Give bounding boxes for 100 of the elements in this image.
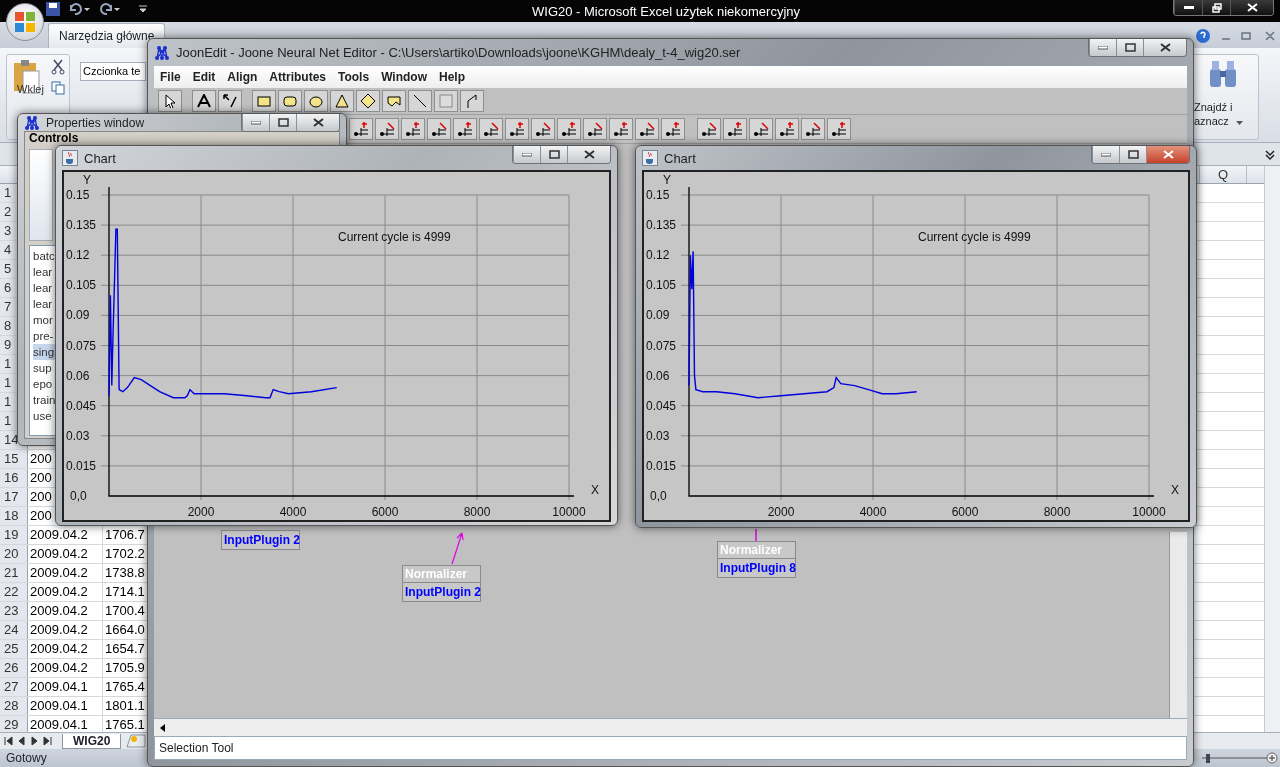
property-item[interactable]: lear: [33, 280, 54, 296]
menu-item[interactable]: Help: [439, 70, 466, 84]
sheet-tab[interactable]: WIG20: [62, 733, 122, 749]
tick-label: 0.105: [646, 278, 677, 293]
menu-item[interactable]: File: [160, 70, 181, 84]
property-item[interactable]: train: [33, 392, 57, 408]
row-header[interactable]: 14: [4, 432, 19, 448]
property-item[interactable]: sing: [33, 344, 56, 360]
tick-label: 0.03: [66, 428, 90, 443]
select-label[interactable]: aznacz: [1194, 115, 1229, 127]
table-cell: 2009.04.2: [28, 621, 103, 639]
row-header[interactable]: 17: [4, 489, 19, 505]
axis-title: X: [591, 483, 599, 497]
row-header[interactable]: 21: [4, 565, 19, 581]
node-label[interactable]: InputPlugin 8: [717, 559, 796, 578]
property-item[interactable]: lear: [33, 264, 54, 280]
row-header[interactable]: 1: [4, 413, 12, 429]
tick-label: 0.15: [646, 188, 670, 202]
tick-label: 4000: [279, 505, 307, 519]
tick-label: 0.075: [66, 338, 97, 353]
tick-label: 0.045: [646, 398, 677, 413]
tick-label: 0.06: [646, 368, 670, 383]
table-cell: 2009.04.2: [28, 583, 103, 601]
status-text: Selection Tool: [159, 741, 234, 755]
row-header[interactable]: 18: [4, 508, 19, 524]
tick-label: 2000: [767, 505, 795, 519]
tick-label: 4000: [859, 505, 887, 519]
menu-item[interactable]: Window: [381, 70, 427, 84]
row-header[interactable]: 26: [4, 660, 19, 676]
tick-label: 2000: [187, 505, 215, 519]
axis-title: X: [1171, 483, 1179, 497]
window-title: JoonEdit - Joone Neural Net Editor - C:\Users\artiko\Downloads\joone\KGHM\dealy_t-4_wig20.ser: [176, 45, 741, 60]
property-item[interactable]: pre-: [33, 328, 55, 344]
row-header[interactable]: 8: [4, 318, 12, 334]
tick-label: 10000: [1132, 505, 1166, 519]
axis-title: Y: [663, 173, 671, 187]
row-header[interactable]: 1: [4, 356, 12, 372]
tick-label: 0.15: [66, 188, 90, 202]
menu-item[interactable]: Attributes: [269, 70, 326, 84]
table-cell: 2009.04.2: [28, 564, 103, 582]
property-item[interactable]: use: [33, 408, 53, 424]
table-cell: 2009.04.2: [28, 545, 103, 563]
tick-label: 0,0: [70, 489, 87, 503]
font-field[interactable]: Czcionka te: [80, 62, 146, 81]
tick-label: 0.135: [646, 218, 677, 233]
ribbon-tab[interactable]: Narzędzia główne: [48, 23, 166, 48]
row-header[interactable]: 4: [4, 242, 12, 258]
table-cell: 2009.04.1: [28, 697, 103, 715]
row-header[interactable]: 20: [4, 546, 19, 562]
row-header[interactable]: 19: [4, 527, 19, 543]
row-header[interactable]: 5: [4, 261, 12, 277]
property-item[interactable]: epo: [33, 376, 54, 392]
row-header[interactable]: 2: [4, 204, 12, 220]
row-header[interactable]: 1: [4, 375, 12, 391]
menu-item[interactable]: Align: [227, 70, 258, 84]
node-label[interactable]: InputPlugin 2: [402, 583, 481, 602]
menu-item[interactable]: Tools: [338, 70, 370, 84]
paste-label[interactable]: Wklej: [17, 83, 44, 95]
cycle-caption: Current cycle is 4999: [918, 230, 1031, 244]
menu-item[interactable]: Edit: [192, 70, 216, 84]
row-header[interactable]: 16: [4, 470, 19, 486]
property-item[interactable]: lear: [33, 296, 54, 312]
row-header[interactable]: 15: [4, 451, 19, 467]
tick-label: 8000: [463, 505, 491, 519]
table-cell: 2009.04.2: [28, 602, 103, 620]
row-header[interactable]: 24: [4, 622, 19, 638]
status-text: Gotowy: [6, 751, 47, 765]
table-cell: 2009.04.2: [28, 659, 103, 677]
row-header[interactable]: 22: [4, 584, 19, 600]
row-header[interactable]: 23: [4, 603, 19, 619]
row-header[interactable]: 1: [4, 185, 12, 201]
property-item[interactable]: mor: [33, 312, 54, 328]
row-header[interactable]: 7: [4, 299, 12, 315]
row-header[interactable]: 25: [4, 641, 19, 657]
tick-label: 0.105: [66, 278, 97, 293]
node-label[interactable]: InputPlugin 2: [221, 530, 300, 550]
row-header[interactable]: 29: [4, 717, 19, 732]
table-cell: 2009.04.1: [28, 678, 103, 696]
row-header[interactable]: 6: [4, 280, 12, 296]
find-label[interactable]: Znajdź i: [1194, 101, 1233, 113]
window-title: Chart: [664, 150, 696, 166]
window-title: Properties window: [46, 115, 145, 130]
group-title: Controls: [29, 132, 79, 145]
tick-label: 0.06: [66, 368, 90, 383]
tick-label: 0.03: [646, 428, 670, 443]
tick-label: 6000: [951, 505, 979, 519]
row-header[interactable]: 9: [4, 337, 12, 353]
row-header[interactable]: 3: [4, 223, 12, 239]
tick-label: 0.015: [646, 458, 677, 473]
row-header[interactable]: 27: [4, 679, 19, 695]
row-header[interactable]: 1: [4, 394, 12, 410]
column-header[interactable]: Q: [1199, 166, 1247, 183]
axis-title: Y: [83, 173, 91, 187]
window-title: WIG20 - Microsoft Excel użytek niekomercyjny: [532, 4, 801, 19]
property-item[interactable]: sup: [33, 360, 53, 376]
property-item[interactable]: batc: [33, 248, 56, 264]
tick-label: 8000: [1043, 505, 1071, 519]
tick-label: 0.12: [646, 248, 670, 263]
tick-label: 0,0: [650, 489, 667, 503]
row-header[interactable]: 28: [4, 698, 19, 714]
